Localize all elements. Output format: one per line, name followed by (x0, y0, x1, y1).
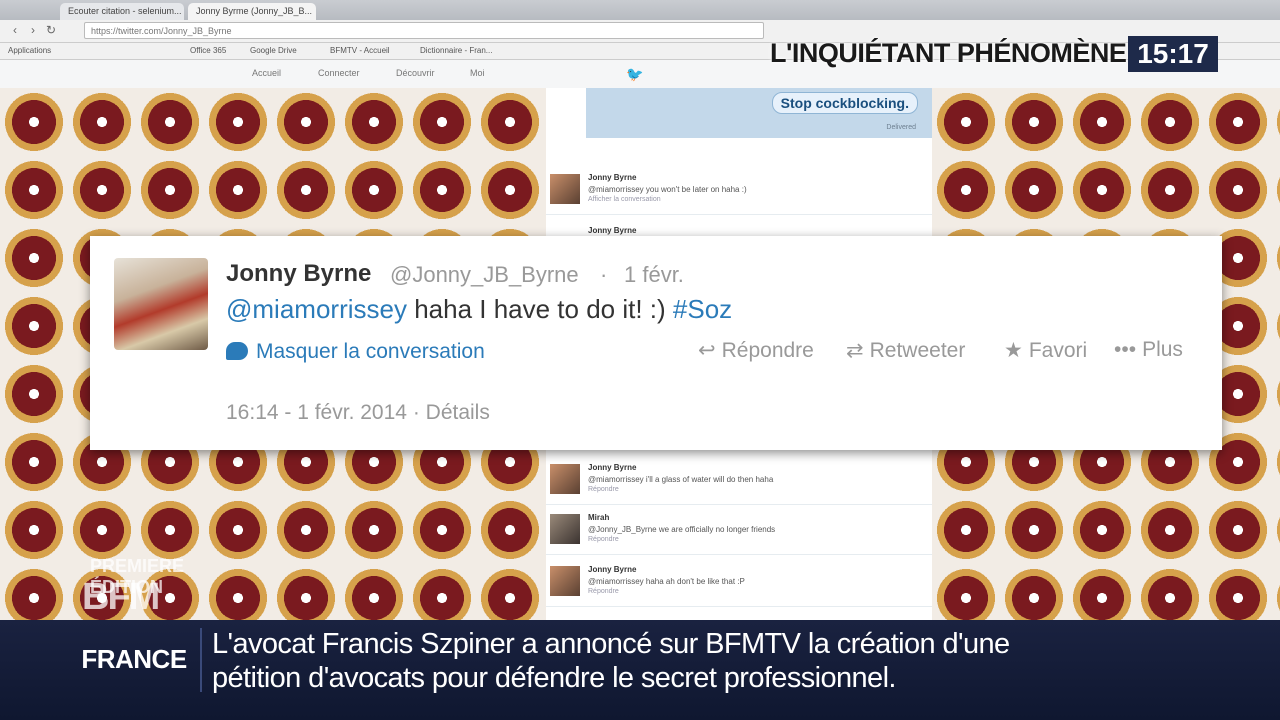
tweet-author[interactable]: Jonny Byrne (588, 226, 636, 235)
back-icon[interactable]: ‹ (8, 23, 22, 37)
twitter-bird-icon[interactable]: 🐦 (626, 66, 643, 83)
browser-tab[interactable]: Ecouter citation - selenium... (60, 3, 184, 20)
separator: · (600, 262, 608, 287)
tab-label: Ecouter citation - selenium... (68, 6, 182, 16)
tweet-body: haha I have to do it! :) (406, 294, 673, 324)
nav-me[interactable]: Moi (470, 68, 485, 78)
reply-icon: ↩ (698, 339, 716, 362)
forward-icon[interactable]: › (26, 23, 40, 37)
reload-icon[interactable]: ↻ (44, 23, 58, 37)
bookmark-item[interactable]: Google Drive (250, 45, 297, 57)
nav-home[interactable]: Accueil (252, 68, 281, 78)
tweet-meta[interactable]: Répondre (588, 536, 619, 543)
nav-connect[interactable]: Connecter (318, 68, 360, 78)
tab-label: Jonny Byrme (Jonny_JB_B... (196, 6, 313, 16)
broadcast-topic-title: L'INQUIÉTANT PHÉNOMÈNE (770, 38, 1127, 68)
dm-bubble: Stop cockblocking. (771, 92, 918, 114)
favorite-label: Favori (1028, 339, 1088, 362)
channel-watermark-logo: PREMIERE ÉDITION BFM (82, 556, 192, 620)
tweet-text: @miamorrissey i'll a glass of water will… (588, 475, 774, 484)
tweet-author[interactable]: Jonny Byrne (588, 463, 636, 472)
tweet-author[interactable]: Jonny Byrne (588, 173, 636, 182)
watermark-channel: BFM (82, 576, 160, 618)
tweet-author-name[interactable]: Jonny Byrne (226, 260, 371, 288)
browser-tab-active[interactable]: Jonny Byrme (Jonny_JB_B... (188, 3, 316, 20)
avatar[interactable] (550, 514, 580, 544)
avatar[interactable] (550, 174, 580, 204)
more-label: Plus (1142, 338, 1183, 361)
tweet-text: @miamorrissey you won't be later on haha… (588, 185, 747, 194)
dm-screenshot: Stop cockblocking. Delivered (586, 88, 932, 138)
browser-tabbar: Ecouter citation - selenium... Jonny Byr… (0, 0, 1280, 20)
reply-button[interactable]: ↩ Répondre (698, 338, 814, 363)
tweet-author-handle[interactable]: @Jonny_JB_Byrne (390, 262, 579, 288)
nav-discover[interactable]: Découvrir (396, 68, 435, 78)
timeline-tweet[interactable]: Jonny Byrne @miamorrissey you won't be l… (546, 168, 932, 215)
tweet-meta[interactable]: Afficher la conversation (588, 196, 661, 203)
avatar[interactable] (114, 258, 208, 350)
more-button[interactable]: ••• Plus (1114, 338, 1183, 362)
tweet-meta[interactable]: Répondre (588, 588, 619, 595)
tweet-author[interactable]: Jonny Byrne (588, 565, 636, 574)
dm-status: Delivered (886, 124, 916, 131)
retweet-icon: ⇄ (846, 339, 864, 362)
speech-bubble-icon (226, 342, 248, 360)
favorite-button[interactable]: ★ Favori (1004, 338, 1087, 363)
bookmark-item[interactable]: BFMTV - Accueil (330, 45, 390, 57)
ticker-headline-line-2: pétition d'avocats pour défendre le secr… (212, 662, 896, 694)
tweet-text: @Jonny_JB_Byrne we are officially no lon… (588, 525, 776, 534)
ticker-headline-line-1: L'avocat Francis Szpiner a annoncé sur B… (212, 628, 1010, 660)
details-link[interactable]: Détails (426, 401, 490, 424)
ticker-divider (200, 628, 202, 692)
bookmark-item[interactable]: Dictionnaire - Fran... (420, 45, 492, 57)
tweet-date[interactable]: 1 févr. (624, 262, 684, 288)
address-bar[interactable]: https://twitter.com/Jonny_JB_Byrne (84, 22, 764, 39)
tweet-text: @miamorrissey haha I have to do it! :) #… (226, 294, 732, 325)
hide-conversation-label: Masquer la conversation (256, 340, 485, 363)
hashtag-link[interactable]: #Soz (673, 294, 732, 324)
broadcast-clock: 15:17 (1128, 36, 1218, 72)
avatar[interactable] (550, 464, 580, 494)
reply-label: Répondre (721, 339, 814, 362)
separator: · (412, 401, 420, 424)
tweet-footer: 16:14 - 1 févr. 2014 · Détails (226, 401, 490, 425)
address-text: https://twitter.com/Jonny_JB_Byrne (91, 26, 232, 36)
tweet-text: @miamorrissey haha ah don't be like that… (588, 577, 745, 586)
ticker-category: FRANCE (81, 644, 187, 674)
avatar[interactable] (550, 566, 580, 596)
bookmark-item[interactable]: Applications (8, 45, 51, 57)
bookmark-item[interactable]: Office 365 (190, 45, 226, 57)
retweet-label: Retweeter (869, 339, 966, 362)
expanded-tweet[interactable]: Jonny Byrne @Jonny_JB_Byrne · 1 févr. @m… (90, 236, 1222, 450)
tweet-timestamp: 16:14 - 1 févr. 2014 (226, 401, 407, 424)
retweet-button[interactable]: ⇄ Retweeter (846, 338, 965, 363)
more-dots-icon: ••• (1114, 338, 1137, 361)
timeline-tweet[interactable]: Mirah @Jonny_JB_Byrne we are officially … (546, 508, 932, 555)
tweet-author[interactable]: Mirah (588, 513, 609, 522)
hide-conversation-link[interactable]: Masquer la conversation (226, 340, 485, 364)
tweet-meta[interactable]: Répondre (588, 486, 619, 493)
timeline-tweet[interactable]: Jonny Byrne @miamorrissey i'll a glass o… (546, 458, 932, 505)
star-icon: ★ (1004, 339, 1023, 362)
timeline-tweet[interactable]: Jonny Byrne @miamorrissey haha ah don't … (546, 560, 932, 607)
mention-link[interactable]: @miamorrissey (226, 294, 407, 324)
